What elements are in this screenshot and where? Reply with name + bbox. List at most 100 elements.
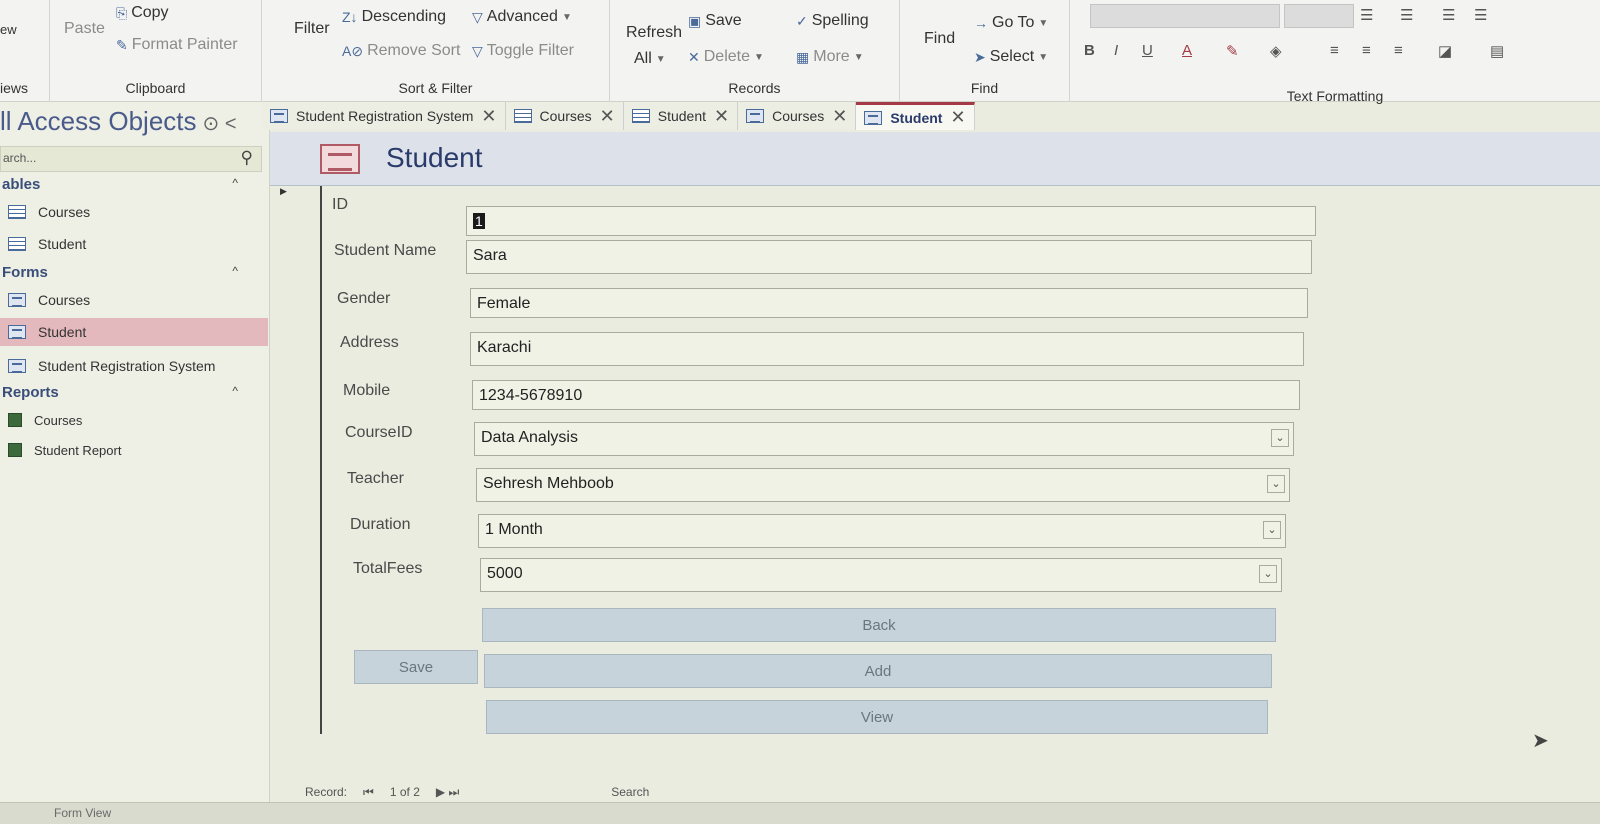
italic-button[interactable]: I bbox=[1114, 42, 1118, 59]
nav-item-report-student[interactable]: Student Report bbox=[0, 436, 268, 464]
nav-section-forms[interactable]: Forms ^ bbox=[2, 264, 252, 281]
nav-item-report-courses[interactable]: Courses bbox=[0, 406, 268, 434]
underline-button[interactable]: U bbox=[1142, 42, 1153, 59]
student-name-field[interactable]: Sara bbox=[466, 240, 1312, 274]
select-button[interactable]: ➤ Select ▼ bbox=[974, 48, 1048, 66]
gender-value: Female bbox=[477, 295, 531, 312]
mobile-label: Mobile bbox=[343, 382, 391, 399]
align-left-icon[interactable]: ≡ bbox=[1330, 42, 1339, 59]
nav-section-tables[interactable]: ables ^ bbox=[2, 176, 252, 193]
back-button[interactable]: Back bbox=[482, 608, 1276, 642]
remove-sort-button[interactable]: A⊘ Remove Sort bbox=[342, 42, 460, 60]
chevron-down-icon[interactable]: ⌄ bbox=[1271, 429, 1289, 447]
close-icon[interactable]: ✕ bbox=[832, 106, 847, 127]
bullets-icon[interactable]: ☰ bbox=[1360, 6, 1373, 24]
nav-item-form-registration[interactable]: Student Registration System bbox=[0, 352, 268, 380]
nav-section-reports[interactable]: Reports ^ bbox=[2, 384, 252, 401]
copy-button[interactable]: ⎘ Copy bbox=[116, 4, 169, 22]
collapse-icon[interactable]: ^ bbox=[232, 176, 238, 190]
advanced-button[interactable]: ▽ Advanced ▼ bbox=[472, 8, 572, 26]
delete-record-button[interactable]: ✕ Delete ▼ bbox=[688, 48, 764, 66]
first-record-button[interactable]: ⏮ bbox=[363, 785, 374, 800]
descending-button[interactable]: Z↓ Descending bbox=[342, 8, 446, 26]
save-button[interactable]: Save bbox=[354, 650, 478, 684]
tab-courses-table[interactable]: Courses ✕ bbox=[505, 102, 624, 130]
font-size-select[interactable] bbox=[1284, 4, 1354, 28]
highlight-icon[interactable]: ✎ bbox=[1226, 42, 1239, 60]
close-icon[interactable]: ✕ bbox=[714, 106, 729, 127]
address-label: Address bbox=[340, 334, 399, 351]
id-field[interactable]: 1 bbox=[466, 206, 1316, 236]
sort-descending-icon: Z↓ bbox=[342, 9, 358, 25]
font-name-select[interactable] bbox=[1090, 4, 1280, 28]
record-position[interactable]: 1 of 2 bbox=[390, 785, 420, 799]
find-button[interactable]: Find bbox=[924, 30, 955, 48]
nav-item-table-courses[interactable]: Courses bbox=[0, 198, 268, 226]
indent-icon[interactable]: ☰ bbox=[1442, 6, 1455, 24]
table-icon bbox=[8, 205, 26, 219]
total-fees-combobox[interactable]: 5000 ⌄ bbox=[480, 558, 1282, 592]
more-button[interactable]: ▦ More ▼ bbox=[796, 48, 864, 66]
chevron-down-icon[interactable]: ⌄ bbox=[1259, 565, 1277, 583]
fill-color-icon[interactable]: ◈ bbox=[1270, 42, 1282, 60]
paste-button[interactable]: Paste bbox=[64, 20, 105, 38]
find-group-label: Find bbox=[970, 80, 999, 96]
gender-field[interactable]: Female bbox=[470, 288, 1308, 318]
address-value: Karachi bbox=[477, 339, 532, 356]
chevron-down-icon[interactable]: ⌄ bbox=[1267, 475, 1285, 493]
filter-button[interactable]: Filter bbox=[294, 20, 330, 38]
next-record-button[interactable]: ▶ ⏭ bbox=[436, 785, 459, 800]
view-button[interactable]: View bbox=[486, 700, 1268, 734]
nav-item-form-student[interactable]: Student bbox=[0, 318, 268, 346]
close-icon[interactable]: ✕ bbox=[600, 106, 615, 127]
search-icon[interactable]: ⚲ bbox=[241, 148, 253, 168]
tab-student-table[interactable]: Student ✕ bbox=[623, 102, 739, 130]
current-record-icon: ▶ bbox=[280, 186, 287, 196]
chevron-down-icon: ▼ bbox=[1038, 51, 1049, 63]
nav-item-form-courses[interactable]: Courses bbox=[0, 286, 268, 314]
align-right-icon[interactable]: ≡ bbox=[1394, 42, 1403, 59]
mobile-field[interactable]: 1234-5678910 bbox=[472, 380, 1300, 410]
refresh-button[interactable]: Refresh bbox=[626, 24, 682, 42]
format-painter-button[interactable]: ✎ Format Painter bbox=[116, 36, 238, 54]
font-color-button[interactable]: A bbox=[1182, 42, 1192, 59]
toggle-filter-button[interactable]: ▽ Toggle Filter bbox=[472, 42, 574, 60]
tab-student-registration-system[interactable]: Student Registration System ✕ bbox=[262, 102, 506, 130]
nav-search-input[interactable]: arch... ⚲ bbox=[0, 146, 262, 172]
chevron-menu-icon[interactable]: ⊙ < bbox=[203, 113, 237, 135]
refresh-all-button[interactable]: All ▼ bbox=[634, 50, 666, 68]
tab-courses-form[interactable]: Courses ✕ bbox=[738, 102, 857, 130]
record-selector[interactable]: ▶ bbox=[270, 186, 322, 734]
record-search-input[interactable]: Search bbox=[611, 785, 649, 799]
save-icon: ▣ bbox=[688, 12, 702, 29]
table-icon bbox=[513, 109, 532, 123]
save-record-button[interactable]: ▣ Save bbox=[688, 12, 742, 30]
form-icon bbox=[864, 110, 883, 125]
address-field[interactable]: Karachi bbox=[470, 332, 1304, 366]
align-center-icon[interactable]: ≡ bbox=[1362, 42, 1371, 59]
course-id-combobox[interactable]: Data Analysis ⌄ bbox=[474, 422, 1294, 456]
add-button[interactable]: Add bbox=[484, 654, 1272, 688]
close-icon[interactable]: ✕ bbox=[950, 107, 965, 128]
gridlines-icon[interactable]: ▤ bbox=[1490, 42, 1504, 60]
nav-pane-header[interactable]: ll Access Objects ⊙ < bbox=[0, 106, 237, 137]
chevron-down-icon[interactable]: ⌄ bbox=[1263, 521, 1281, 539]
teacher-combobox[interactable]: Sehresh Mehboob ⌄ bbox=[476, 468, 1290, 502]
status-bar: Form View bbox=[0, 802, 1600, 824]
collapse-icon[interactable]: ^ bbox=[232, 384, 238, 398]
form-header: Student bbox=[270, 132, 1600, 186]
tab-student-form[interactable]: Student ✕ bbox=[856, 102, 975, 130]
close-icon[interactable]: ✕ bbox=[481, 106, 496, 127]
nav-item-table-student[interactable]: Student bbox=[0, 230, 268, 258]
paintbrush-icon: ✎ bbox=[116, 36, 128, 53]
goto-button[interactable]: → Go To ▼ bbox=[974, 14, 1048, 32]
collapse-icon[interactable]: ^ bbox=[232, 264, 238, 278]
duration-combobox[interactable]: 1 Month ⌄ bbox=[478, 514, 1286, 548]
spelling-button[interactable]: ✓ Spelling bbox=[796, 12, 869, 30]
background-image-icon[interactable]: ◪ bbox=[1438, 42, 1452, 60]
bold-button[interactable]: B bbox=[1084, 42, 1095, 59]
view-button[interactable]: ew bbox=[0, 22, 17, 37]
outdent-icon[interactable]: ☰ bbox=[1474, 6, 1487, 24]
sort-filter-group: Filter Z↓ Descending A⊘ Remove Sort ▽ Advan… bbox=[262, 0, 610, 102]
numbering-icon[interactable]: ☰ bbox=[1400, 6, 1413, 24]
